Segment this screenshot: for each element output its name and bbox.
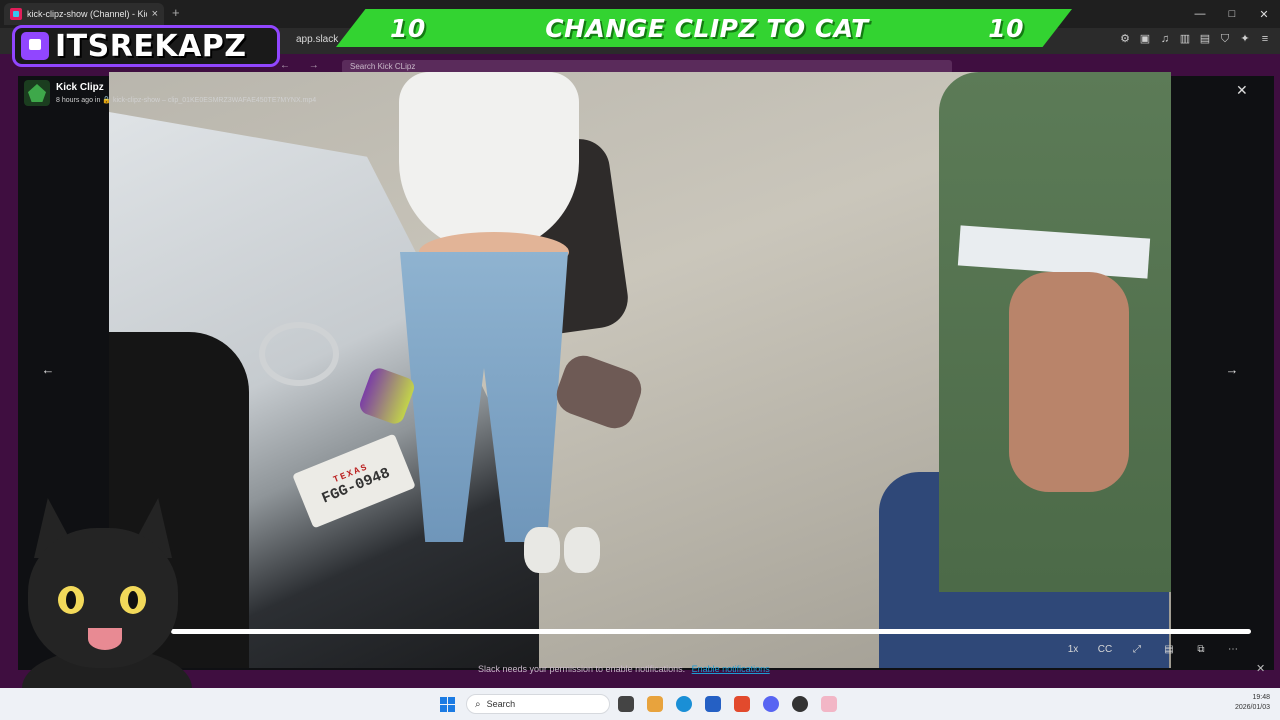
twitch-icon: [21, 32, 49, 60]
discord-icon[interactable]: [763, 696, 779, 712]
ai-icon[interactable]: ✦: [1238, 32, 1252, 46]
browser-tab[interactable]: kick-clipz-show (Channel) - Kick ×: [4, 3, 164, 25]
file-explorer-icon[interactable]: [618, 696, 634, 712]
edge-icon[interactable]: [676, 696, 692, 712]
minimize-button[interactable]: —: [1184, 0, 1216, 28]
wallet-icon[interactable]: ▤: [1198, 32, 1212, 46]
viewer-header: Kick Clipz 8 hours ago in 🔒 kick-clipz-s…: [24, 80, 316, 110]
notice-close-icon[interactable]: ✕: [1256, 662, 1265, 675]
screen: kick-clipz-show (Channel) - Kick × + — □…: [0, 0, 1280, 720]
more-icon[interactable]: ⋯: [1224, 644, 1242, 655]
banner-right-count: 10: [988, 13, 1024, 43]
close-window-button[interactable]: ✕: [1248, 0, 1280, 28]
store-icon[interactable]: [705, 696, 721, 712]
file-meta: 8 hours ago in 🔒 kick-clipz-show – clip_…: [56, 97, 317, 104]
avatar[interactable]: [24, 80, 50, 106]
message-meta: Kick Clipz 8 hours ago in 🔒 kick-clipz-s…: [56, 80, 316, 104]
history-nav[interactable]: ← →: [280, 60, 327, 71]
video-frame[interactable]: TEXAS FGG-0948: [109, 72, 1171, 668]
close-icon[interactable]: ✕: [1236, 82, 1248, 99]
slack-favicon-icon: [10, 8, 22, 20]
overlay-banner: 10 CHANGE CLIPZ TO CAT 10: [336, 9, 1072, 47]
banner-left-count: 10: [390, 13, 426, 43]
arm: [1009, 272, 1129, 492]
search-icon: ⌕: [475, 698, 481, 710]
clock-date: 2026/01/03: [1234, 704, 1270, 711]
taskbar-apps: [618, 696, 837, 712]
cat-eye-left: [58, 586, 84, 614]
sidebar-icon[interactable]: ▥: [1178, 32, 1192, 46]
taskbar-search-label: Search: [486, 699, 516, 709]
shoe-left: [524, 527, 560, 573]
clock-time: 19:48: [1252, 694, 1270, 701]
tab-close-icon[interactable]: ×: [152, 8, 158, 20]
person-center: [349, 72, 619, 592]
window-controls: — □ ✕: [1184, 0, 1280, 28]
vtuber-app-icon[interactable]: [821, 696, 837, 712]
menu-icon[interactable]: ≡: [1258, 32, 1272, 46]
brave-icon[interactable]: [734, 696, 750, 712]
shield-icon[interactable]: ⛉: [1218, 32, 1232, 46]
tab-title: kick-clipz-show (Channel) - Kick: [27, 9, 147, 19]
speed-button[interactable]: 1x: [1064, 644, 1082, 655]
white-top: [399, 72, 579, 252]
address-bar[interactable]: app.slack: [296, 34, 338, 45]
cat-mouth: [88, 628, 122, 650]
player-controls: 1x CC ⤢ ▤ ⧉ ⋯: [1064, 644, 1242, 655]
twitch-badge: ITSREKAPZ: [12, 25, 280, 67]
sender-name[interactable]: Kick Clipz: [56, 82, 316, 93]
new-tab-button[interactable]: +: [172, 5, 180, 20]
shoe-right: [564, 527, 600, 573]
cat-eye-right: [120, 586, 146, 614]
taskbar-search[interactable]: ⌕ Search: [466, 694, 610, 714]
toolbar-icons: ⚙ ▣ ♫ ▥ ▤ ⛉ ✦ ≡: [1118, 32, 1272, 46]
captions-icon[interactable]: CC: [1096, 644, 1114, 655]
theater-icon[interactable]: ▤: [1160, 644, 1178, 655]
notification-banner: Slack needs your permission to enable no…: [478, 664, 770, 674]
system-clock[interactable]: 19:48 2026/01/03: [1222, 693, 1270, 713]
expand-icon[interactable]: ⤢: [1128, 644, 1146, 655]
streamer-name: ITSREKAPZ: [55, 28, 247, 64]
maximize-button[interactable]: □: [1216, 0, 1248, 28]
media-icon[interactable]: ♫: [1158, 32, 1172, 46]
arrow-right-icon[interactable]: →: [1222, 362, 1242, 380]
cat-avatar: [14, 498, 194, 720]
windows-start-icon[interactable]: [440, 697, 455, 712]
arrow-left-icon[interactable]: ←: [38, 362, 58, 380]
person-right: [879, 72, 1171, 668]
copilot-icon[interactable]: [647, 696, 663, 712]
extensions-icon[interactable]: ⚙: [1118, 32, 1132, 46]
screenshot-icon[interactable]: ▣: [1138, 32, 1152, 46]
progress-bar[interactable]: [171, 629, 1251, 634]
enable-notifications-link[interactable]: Enable notifications: [692, 664, 770, 674]
obs-icon[interactable]: [792, 696, 808, 712]
banner-text: CHANGE CLIPZ TO CAT: [545, 13, 869, 43]
notice-text: Slack needs your permission to enable no…: [478, 664, 686, 674]
pip-icon[interactable]: ⧉: [1192, 644, 1210, 655]
car-emblem: [259, 322, 339, 386]
